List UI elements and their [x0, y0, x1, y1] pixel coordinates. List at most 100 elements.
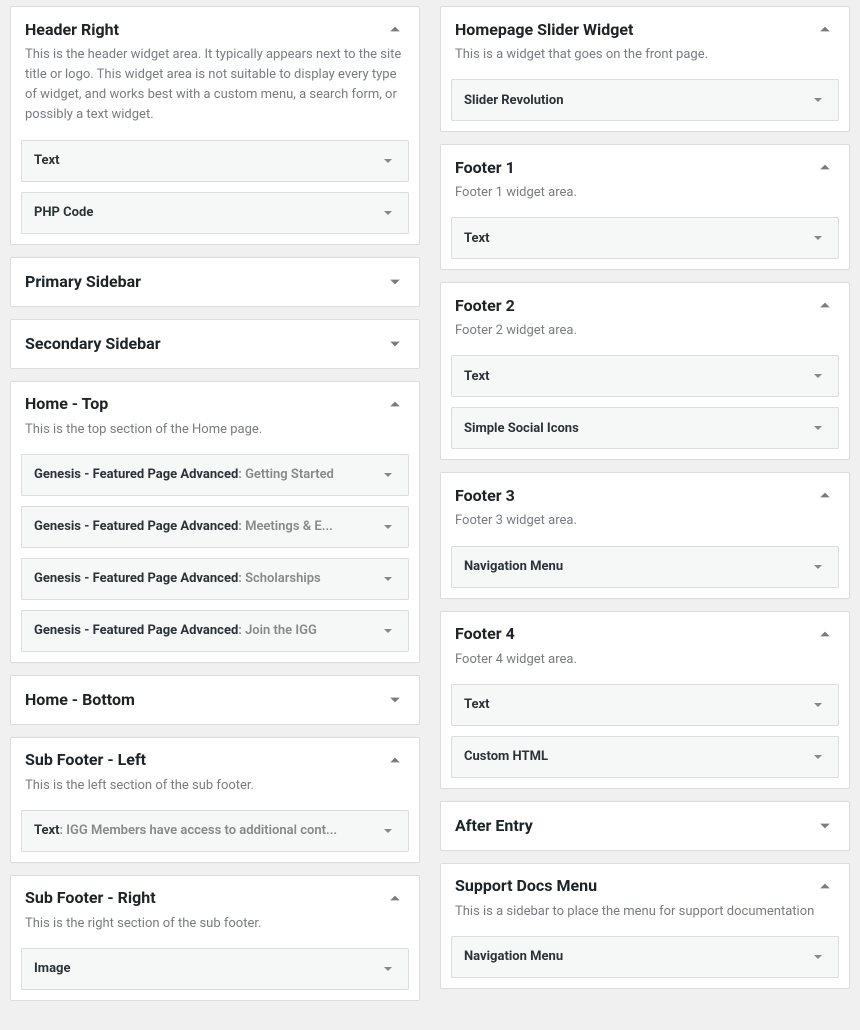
- widget-item[interactable]: Custom HTML: [451, 736, 839, 778]
- widget-item[interactable]: Text: IGG Members have access to additio…: [21, 810, 409, 852]
- widget-area-header-footer-3[interactable]: Footer 3: [441, 473, 849, 511]
- widget-area-description: Footer 1 widget area.: [441, 183, 849, 213]
- chevron-down-icon[interactable]: [385, 334, 405, 354]
- chevron-down-icon[interactable]: [810, 230, 826, 246]
- chevron-down-icon[interactable]: [380, 571, 396, 587]
- widget-area-description: This is the right section of the sub foo…: [11, 914, 419, 944]
- chevron-up-icon[interactable]: [815, 485, 835, 505]
- chevron-down-icon[interactable]: [385, 690, 405, 710]
- widget-item[interactable]: Simple Social Icons: [451, 407, 839, 449]
- widget-label: Text: [34, 153, 380, 168]
- widget-area-description: Footer 3 widget area.: [441, 511, 849, 541]
- widget-area-sub-footer-right: Sub Footer - RightThis is the right sect…: [10, 875, 420, 1001]
- widget-list: Navigation Menu: [441, 932, 849, 988]
- widget-areas-left-column: Header RightThis is the header widget ar…: [10, 6, 420, 1013]
- widget-area-header-home-bottom[interactable]: Home - Bottom: [11, 676, 419, 724]
- widget-list: Text Custom HTML: [441, 680, 849, 788]
- widget-label: Slider Revolution: [464, 93, 810, 108]
- widget-area-header-sub-footer-left[interactable]: Sub Footer - Left: [11, 738, 419, 776]
- widget-item[interactable]: Image: [21, 948, 409, 990]
- chevron-down-icon[interactable]: [810, 559, 826, 575]
- widget-label: Genesis - Featured Page Advanced: Join t…: [34, 623, 380, 638]
- widget-area-description: This is the top section of the Home page…: [11, 420, 419, 450]
- chevron-up-icon[interactable]: [385, 750, 405, 770]
- widget-area-home-bottom: Home - Bottom: [10, 675, 420, 725]
- chevron-up-icon[interactable]: [815, 624, 835, 644]
- widget-area-description: This is a sidebar to place the menu for …: [441, 902, 849, 932]
- widget-area-title: Footer 3: [455, 486, 815, 505]
- chevron-down-icon[interactable]: [810, 92, 826, 108]
- widget-item[interactable]: Genesis - Featured Page Advanced: Join t…: [21, 610, 409, 652]
- widget-area-header-footer-2[interactable]: Footer 2: [441, 283, 849, 321]
- widget-list: Text PHP Code: [11, 136, 419, 244]
- widget-area-header-homepage-slider-widget[interactable]: Homepage Slider Widget: [441, 7, 849, 45]
- widget-list: Slider Revolution: [441, 75, 849, 131]
- widget-area-header-sub-footer-right[interactable]: Sub Footer - Right: [11, 876, 419, 914]
- chevron-down-icon[interactable]: [810, 749, 826, 765]
- widget-area-title: Home - Bottom: [25, 690, 385, 709]
- widget-area-footer-4: Footer 4Footer 4 widget area.TextCustom …: [440, 611, 850, 789]
- widget-area-header-right: Header RightThis is the header widget ar…: [10, 6, 420, 245]
- widget-item[interactable]: Slider Revolution: [451, 79, 839, 121]
- widget-area-description: This is the left section of the sub foot…: [11, 776, 419, 806]
- widget-label: Text: IGG Members have access to additio…: [34, 823, 380, 838]
- widget-area-homepage-slider-widget: Homepage Slider WidgetThis is a widget t…: [440, 6, 850, 132]
- widget-area-footer-3: Footer 3 Footer 3 widget area. Navigation …: [440, 472, 850, 598]
- widget-label: Text: [464, 231, 810, 246]
- widget-item[interactable]: Text: [451, 355, 839, 397]
- chevron-down-icon[interactable]: [380, 823, 396, 839]
- widget-area-header-footer-4[interactable]: Footer 4: [441, 612, 849, 650]
- chevron-down-icon[interactable]: [815, 816, 835, 836]
- widget-area-footer-1: Footer 1 Footer 1 widget area. Text: [440, 144, 850, 270]
- widget-area-after-entry: After Entry: [440, 801, 850, 851]
- widget-label: Text: [464, 369, 810, 384]
- chevron-down-icon[interactable]: [380, 205, 396, 221]
- chevron-down-icon[interactable]: [810, 420, 826, 436]
- chevron-up-icon[interactable]: [385, 394, 405, 414]
- chevron-down-icon[interactable]: [380, 623, 396, 639]
- chevron-down-icon[interactable]: [380, 961, 396, 977]
- chevron-down-icon[interactable]: [380, 467, 396, 483]
- widget-label: PHP Code: [34, 205, 380, 220]
- widget-area-secondary-sidebar: Secondary Sidebar: [10, 319, 420, 369]
- chevron-down-icon[interactable]: [380, 153, 396, 169]
- widget-item[interactable]: Genesis - Featured Page Advanced: Gettin…: [21, 454, 409, 496]
- widget-label: Simple Social Icons: [464, 421, 810, 436]
- widget-list: Text: [441, 213, 849, 269]
- chevron-up-icon[interactable]: [385, 888, 405, 908]
- widget-area-header-after-entry[interactable]: After Entry: [441, 802, 849, 850]
- widget-item[interactable]: Text: [451, 684, 839, 726]
- widget-area-title: Footer 1: [455, 158, 815, 177]
- widget-list: Image: [11, 944, 419, 1000]
- chevron-up-icon[interactable]: [815, 157, 835, 177]
- widget-label: Navigation Menu: [464, 559, 810, 574]
- widget-area-description: This is a widget that goes on the front …: [441, 45, 849, 75]
- widget-item[interactable]: Genesis - Featured Page Advanced: Meetin…: [21, 506, 409, 548]
- widget-item[interactable]: PHP Code: [21, 192, 409, 234]
- widget-area-header-header-right[interactable]: Header Right: [11, 7, 419, 45]
- chevron-up-icon[interactable]: [815, 876, 835, 896]
- widget-item[interactable]: Navigation Menu: [451, 936, 839, 978]
- widget-item[interactable]: Genesis - Featured Page Advanced: Schola…: [21, 558, 409, 600]
- widget-area-header-home-top[interactable]: Home - Top: [11, 382, 419, 420]
- chevron-down-icon[interactable]: [810, 697, 826, 713]
- chevron-up-icon[interactable]: [815, 295, 835, 315]
- widget-label: Image: [34, 961, 380, 976]
- widget-item[interactable]: Navigation Menu: [451, 546, 839, 588]
- chevron-down-icon[interactable]: [385, 272, 405, 292]
- widget-area-header-secondary-sidebar[interactable]: Secondary Sidebar: [11, 320, 419, 368]
- chevron-up-icon[interactable]: [385, 19, 405, 39]
- chevron-down-icon[interactable]: [810, 949, 826, 965]
- widget-area-header-support-docs-menu[interactable]: Support Docs Menu: [441, 864, 849, 902]
- widget-item[interactable]: Text: [21, 140, 409, 182]
- widget-list: Navigation Menu: [441, 542, 849, 598]
- chevron-down-icon[interactable]: [810, 368, 826, 384]
- chevron-up-icon[interactable]: [815, 19, 835, 39]
- widget-area-footer-2: Footer 2Footer 2 widget area.TextSimple …: [440, 282, 850, 460]
- widget-item[interactable]: Text: [451, 217, 839, 259]
- chevron-down-icon[interactable]: [380, 519, 396, 535]
- widget-area-header-footer-1[interactable]: Footer 1: [441, 145, 849, 183]
- widget-label: Genesis - Featured Page Advanced: Meetin…: [34, 519, 380, 534]
- widget-area-header-primary-sidebar[interactable]: Primary Sidebar: [11, 258, 419, 306]
- widget-area-title: Footer 4: [455, 624, 815, 643]
